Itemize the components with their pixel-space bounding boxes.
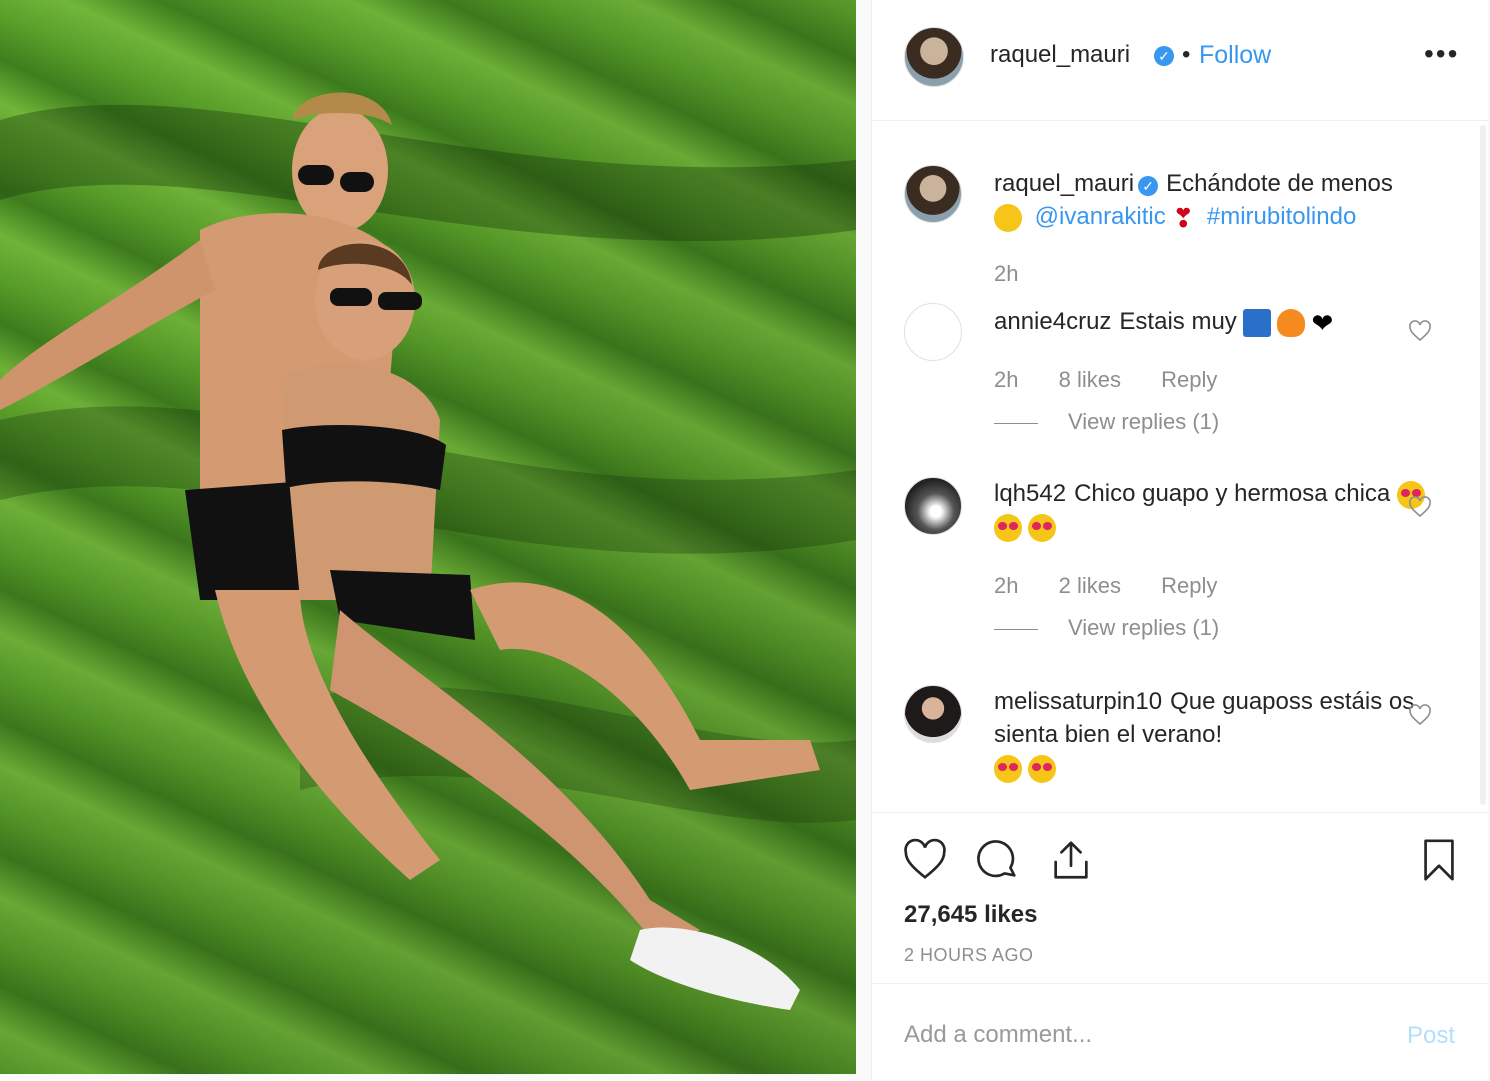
comment-avatar[interactable] xyxy=(904,303,962,361)
comment-meta: 2h 2 likes Reply xyxy=(994,573,1251,599)
add-comment-input[interactable] xyxy=(902,1014,1366,1056)
view-replies-line xyxy=(994,628,1038,630)
comment-bubble-icon[interactable] xyxy=(974,837,1020,883)
reply-button[interactable]: Reply xyxy=(1161,367,1217,392)
post-detail-panel: raquel_mauri ✓ • Follow ••• raquel_mauri… xyxy=(871,0,1488,1080)
comment-likes[interactable]: 2 likes xyxy=(1059,573,1121,598)
separator-dot: • xyxy=(1182,41,1191,68)
caption-body: Echándote de menos xyxy=(1166,170,1393,197)
view-replies-button[interactable]: View replies (1) xyxy=(994,615,1219,641)
verified-badge-icon: ✓ xyxy=(1154,46,1174,66)
post-timestamp[interactable]: 2 hours ago xyxy=(904,945,1034,966)
comment-text: melissaturpin10 Que guaposs estáis os sie… xyxy=(994,685,1434,784)
top-emoji-icon xyxy=(1243,308,1272,337)
view-replies-label: View replies (1) xyxy=(1068,615,1220,640)
like-comment-heart-icon[interactable] xyxy=(1408,703,1432,727)
comment-time[interactable]: 2h xyxy=(994,367,1018,392)
like-comment-heart-icon[interactable] xyxy=(1408,319,1432,343)
comments-list[interactable]: raquel_mauri ✓ Echándote de menos @ivanrak… xyxy=(872,121,1488,811)
comment-text: lqh542 Chico guapo y hermosa chica xyxy=(994,477,1434,543)
view-replies-button[interactable]: View replies (1) xyxy=(994,409,1219,435)
save-bookmark-icon[interactable] xyxy=(1416,837,1462,883)
comment-avatar[interactable] xyxy=(904,685,962,743)
heart-eyes-emoji-icon xyxy=(1028,754,1056,783)
comment-username[interactable]: annie4cruz xyxy=(994,308,1111,335)
heart-eyes-emoji-icon xyxy=(994,513,1022,542)
comment-meta: 2h 8 likes Reply xyxy=(994,367,1251,393)
comment-avatar[interactable] xyxy=(904,477,962,535)
comment-username[interactable]: melissaturpin10 xyxy=(994,688,1162,715)
kiss-emoji-icon xyxy=(994,203,1022,232)
hashtag-link[interactable]: #mirubitolindo xyxy=(1207,203,1356,230)
post-comment-button[interactable]: Post xyxy=(1407,1022,1455,1050)
comments-scrollbar[interactable] xyxy=(1480,125,1486,805)
post-actions: 27,645 likes 2 hours ago xyxy=(872,812,1488,983)
view-replies-label: View replies (1) xyxy=(1068,409,1220,434)
caption-time[interactable]: 2h xyxy=(994,261,1018,286)
view-replies-line xyxy=(994,422,1038,424)
likes-count[interactable]: 27,645 likes xyxy=(904,901,1037,929)
add-comment-bar: Post xyxy=(872,983,1488,1081)
caption-avatar[interactable] xyxy=(904,165,962,223)
share-upload-icon[interactable] xyxy=(1048,837,1094,883)
reply-button[interactable]: Reply xyxy=(1161,573,1217,598)
mention-link[interactable]: @ivanrakitic xyxy=(1035,203,1166,230)
comment-likes[interactable]: 8 likes xyxy=(1059,367,1121,392)
fire-emoji-icon xyxy=(1277,308,1306,337)
black-heart-emoji-icon: ❤ xyxy=(1311,307,1334,338)
caption-meta: 2h xyxy=(994,261,1052,287)
verified-badge-icon: ✓ xyxy=(1138,176,1159,196)
caption-text: raquel_mauri ✓ Echándote de menos @ivanrak… xyxy=(994,167,1434,233)
more-options-icon[interactable]: ••• xyxy=(1424,38,1459,70)
post-header: raquel_mauri ✓ • Follow ••• xyxy=(872,0,1488,121)
photo-illustration xyxy=(0,92,856,1010)
heart-exclamation-emoji-icon: ❣ xyxy=(1172,202,1195,233)
comment-time[interactable]: 2h xyxy=(994,573,1018,598)
like-comment-heart-icon[interactable] xyxy=(1408,495,1432,519)
comment-username[interactable]: lqh542 xyxy=(994,480,1066,507)
post-photo[interactable] xyxy=(0,0,856,1074)
follow-button[interactable]: Follow xyxy=(1199,41,1271,70)
author-avatar[interactable] xyxy=(904,27,964,87)
comment-body: Estais muy xyxy=(1119,308,1237,335)
author-username[interactable]: raquel_mauri xyxy=(990,41,1130,69)
heart-eyes-emoji-icon xyxy=(1028,513,1056,542)
comment-body: Chico guapo y hermosa chica xyxy=(1074,480,1391,507)
caption-username[interactable]: raquel_mauri xyxy=(994,170,1134,197)
comment-text: annie4cruz Estais muy ❤ xyxy=(994,305,1434,338)
like-heart-icon[interactable] xyxy=(902,837,948,883)
heart-eyes-emoji-icon xyxy=(994,754,1022,783)
